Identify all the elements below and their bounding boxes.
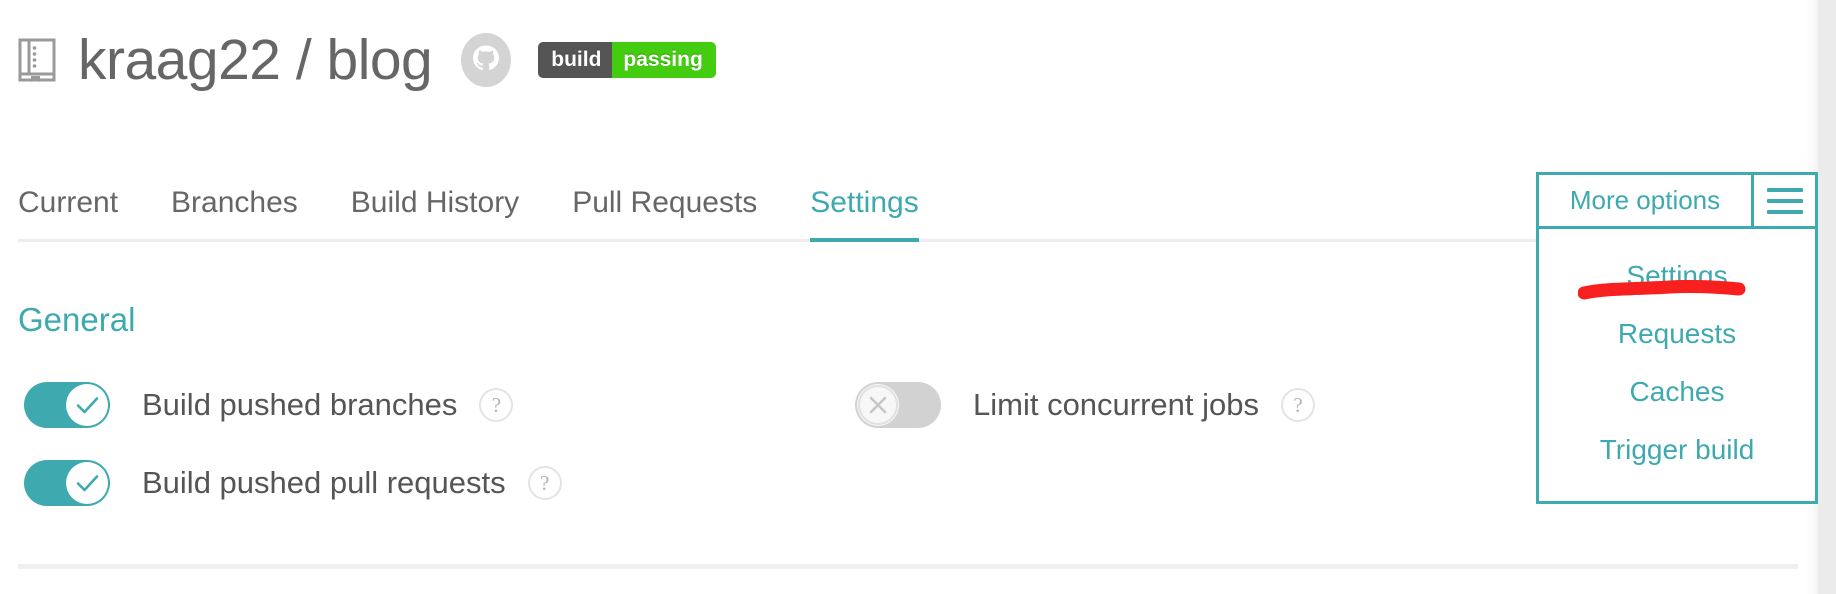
toggle-build-pushed-branches[interactable] <box>24 382 110 428</box>
more-options-header: More options <box>1539 175 1815 229</box>
repository-book-icon <box>18 37 56 83</box>
more-options-button[interactable]: More options <box>1539 175 1751 226</box>
badge-right-label: passing <box>612 42 716 78</box>
vertical-scrollbar[interactable] <box>1818 0 1836 594</box>
page-header: kraag22 / blog build passing <box>18 22 716 98</box>
check-icon <box>66 384 108 426</box>
github-octocat-icon[interactable] <box>458 32 514 88</box>
main-tab-bar: Current Branches Build History Pull Requ… <box>18 182 920 242</box>
page-title: kraag22 / blog <box>78 27 433 92</box>
toggle-limit-concurrent-jobs[interactable] <box>855 382 941 428</box>
more-options-dropdown: More options Settings Requests Caches Tr… <box>1536 172 1818 504</box>
menu-item-requests[interactable]: Requests <box>1539 305 1815 363</box>
setting-label-build-pushed-branches: Build pushed branches <box>142 387 458 422</box>
question-mark-icon[interactable]: ? <box>527 466 562 500</box>
setting-label-build-pushed-pull-requests: Build pushed pull requests <box>142 465 506 500</box>
menu-item-caches[interactable]: Caches <box>1539 363 1815 421</box>
tab-build-history[interactable]: Build History <box>351 186 519 238</box>
section-bottom-divider <box>18 564 1798 569</box>
tab-current[interactable]: Current <box>18 186 118 238</box>
menu-item-trigger-build[interactable]: Trigger build <box>1539 421 1815 479</box>
tab-settings[interactable]: Settings <box>810 186 920 242</box>
tab-branches[interactable]: Branches <box>171 186 298 238</box>
build-status-badge[interactable]: build passing <box>538 42 716 78</box>
setting-label-limit-concurrent-jobs: Limit concurrent jobs <box>973 387 1260 422</box>
badge-left-label: build <box>538 42 613 78</box>
close-x-icon <box>857 384 899 426</box>
menu-item-settings[interactable]: Settings <box>1539 247 1815 305</box>
question-mark-icon[interactable]: ? <box>479 388 514 422</box>
hamburger-menu-icon[interactable] <box>1751 175 1815 226</box>
setting-row-build-pushed-pull-requests: Build pushed pull requests ? <box>24 456 562 510</box>
setting-row-build-pushed-branches: Build pushed branches ? <box>24 378 514 432</box>
section-heading-general: General <box>18 301 136 338</box>
tab-pull-requests[interactable]: Pull Requests <box>572 186 757 238</box>
more-options-menu-list: Settings Requests Caches Trigger build <box>1539 229 1815 501</box>
toggle-build-pushed-pull-requests[interactable] <box>24 460 110 506</box>
check-icon <box>66 462 108 504</box>
question-mark-icon[interactable]: ? <box>1281 388 1316 422</box>
setting-row-limit-concurrent-jobs: Limit concurrent jobs ? <box>855 378 1316 432</box>
